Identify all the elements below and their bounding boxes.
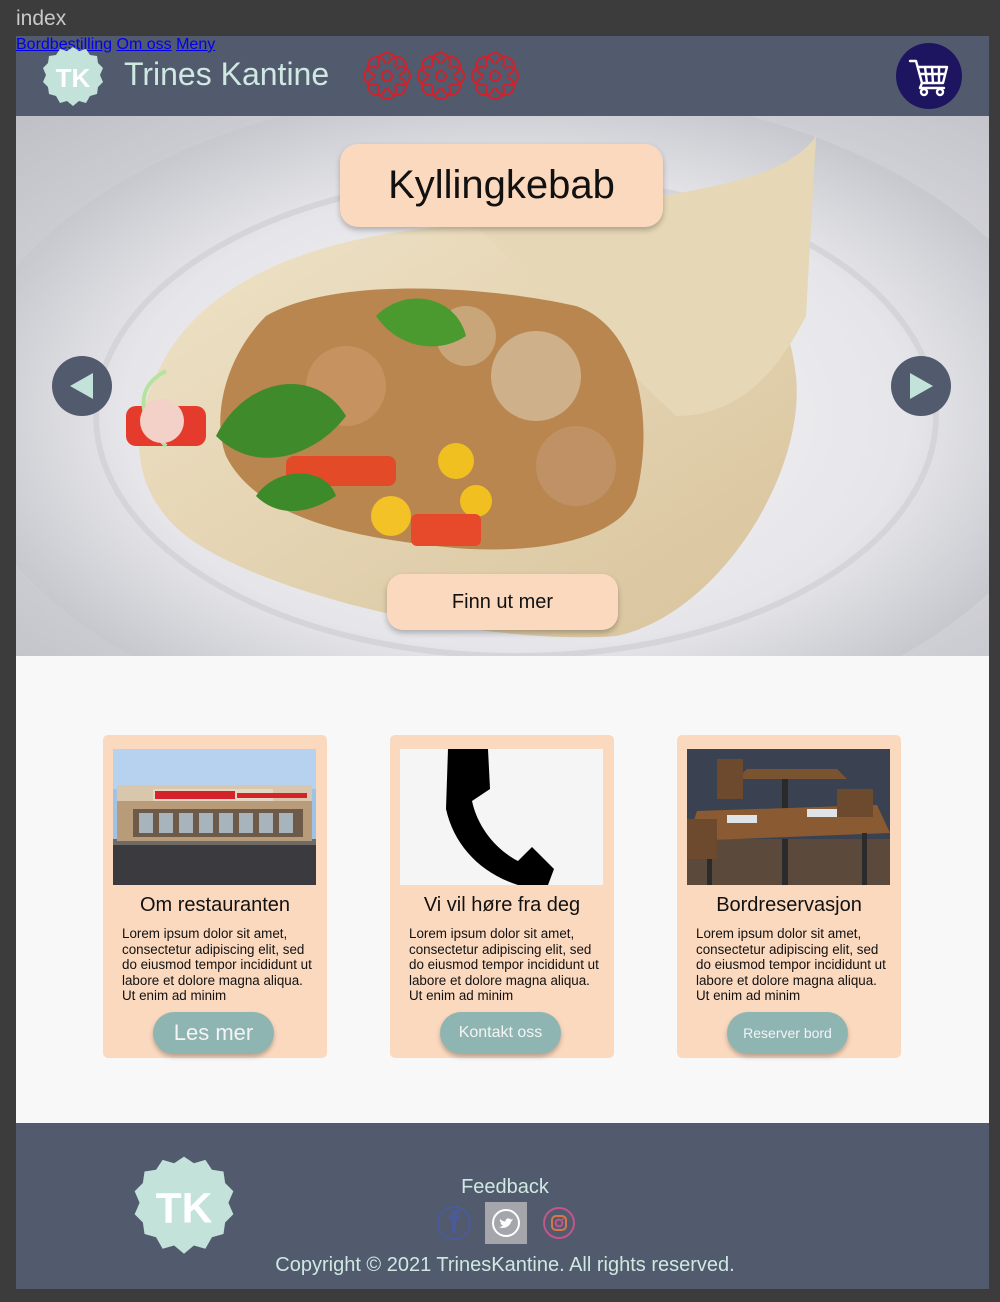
instagram-icon	[543, 1207, 575, 1239]
les-mer-button[interactable]: Les mer	[153, 1012, 274, 1054]
page: TK Trines Kantine Bordbestilling Om oss …	[16, 36, 989, 1289]
card-text: Lorem ipsum dolor sit amet, consectetur …	[696, 926, 886, 1004]
logo[interactable]: TK	[42, 46, 104, 108]
card-bordreservasjon: Bordreservasjon Lorem ipsum dolor sit am…	[677, 735, 901, 1058]
hero-title: Kyllingkebab	[340, 144, 663, 227]
twitter-link[interactable]	[485, 1202, 527, 1244]
nav-meny[interactable]: Meny	[176, 36, 215, 53]
facebook-icon	[437, 1206, 471, 1240]
michelin-star-icon	[417, 52, 465, 100]
hero-carousel: Kyllingkebab Finn ut mer	[16, 116, 989, 656]
tables-image	[687, 749, 890, 885]
cart-button[interactable]	[896, 43, 962, 109]
twitter-icon	[492, 1209, 520, 1237]
carousel-next-button[interactable]	[891, 356, 951, 416]
restaurant-image	[113, 749, 316, 885]
hero-cta-button[interactable]: Finn ut mer	[387, 574, 618, 630]
logo-text: TK	[56, 63, 91, 93]
footer: TK Feedback Copyright © 2021 TrinesKanti…	[16, 1123, 989, 1289]
instagram-link[interactable]	[538, 1202, 580, 1244]
kontakt-oss-button[interactable]: Kontakt oss	[440, 1012, 561, 1054]
michelin-star-icon	[471, 52, 519, 100]
phone-image	[400, 749, 603, 885]
reserver-bord-button[interactable]: Reserver bord	[727, 1012, 848, 1054]
header: TK Trines Kantine Bordbestilling Om oss …	[16, 36, 989, 116]
facebook-link[interactable]	[433, 1202, 475, 1244]
phone-icon	[400, 749, 603, 885]
triangle-left-icon	[70, 373, 93, 399]
copyright-text: Copyright © 2021 TrinesKantine. All righ…	[275, 1254, 735, 1276]
card-text: Lorem ipsum dolor sit amet, consectetur …	[409, 926, 599, 1004]
card-kontakt: Vi vil høre fra deg Lorem ipsum dolor si…	[390, 735, 614, 1058]
nav-om-oss[interactable]: Om oss	[117, 36, 172, 53]
card-title: Bordreservasjon	[716, 894, 862, 916]
michelin-stars	[362, 51, 520, 101]
triangle-right-icon	[910, 373, 933, 399]
window-label: index	[16, 7, 67, 30]
shopping-cart-icon	[908, 59, 949, 97]
card-om-restauranten: Om restauranten Lorem ipsum dolor sit am…	[103, 735, 327, 1058]
card-text: Lorem ipsum dolor sit amet, consectetur …	[122, 926, 312, 1004]
brand-title: Trines Kantine	[124, 56, 330, 92]
michelin-star-icon	[363, 52, 411, 100]
footer-logo: TK	[133, 1155, 235, 1257]
card-title: Vi vil høre fra deg	[423, 894, 581, 916]
carousel-prev-button[interactable]	[52, 356, 112, 416]
feedback-link[interactable]: Feedback	[16, 1176, 989, 1199]
card-title: Om restauranten	[139, 894, 291, 916]
